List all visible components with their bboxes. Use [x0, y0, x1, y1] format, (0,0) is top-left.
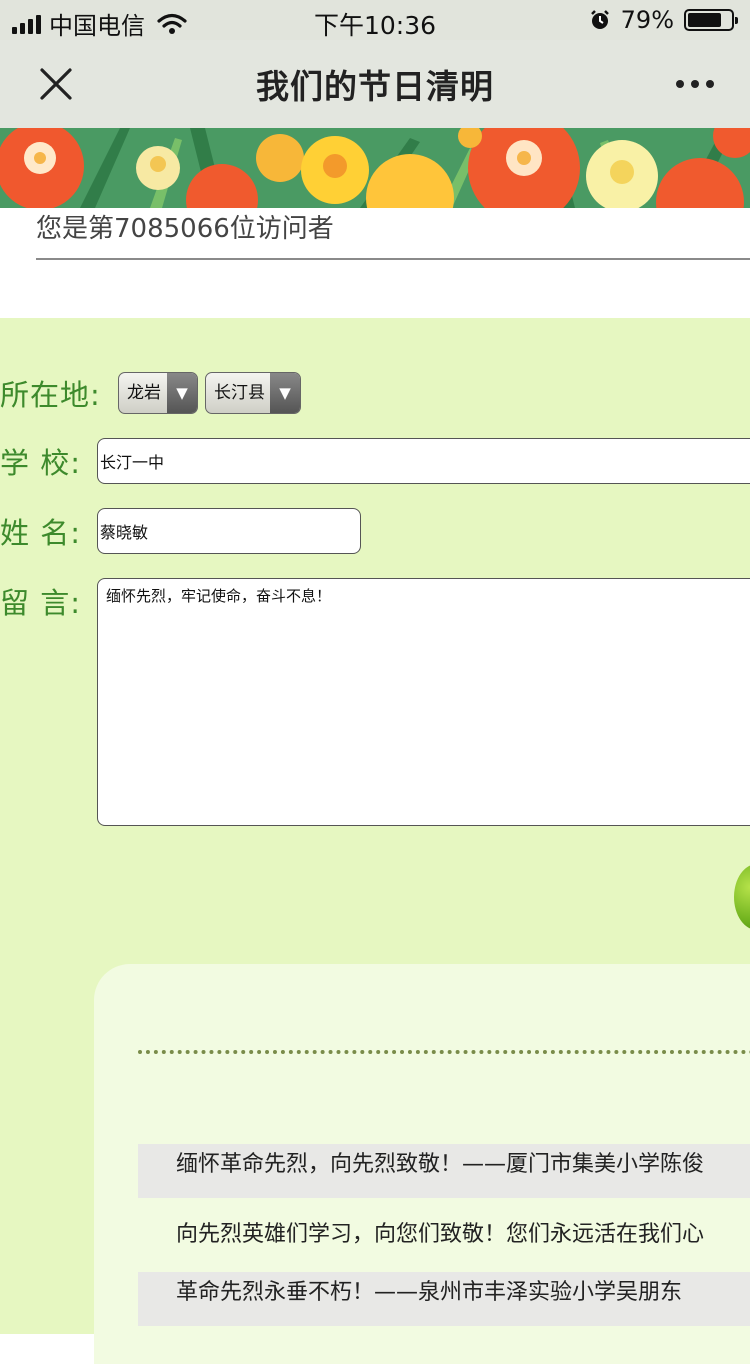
nav-bar: 我们的节日清明 [0, 40, 750, 128]
name-input[interactable] [97, 508, 361, 554]
flower-banner [0, 128, 750, 208]
county-select-value: 长汀县 [214, 383, 265, 403]
battery-percent: 79% [620, 6, 674, 34]
county-select[interactable]: 长汀县 ▼ [205, 372, 301, 414]
name-label: 姓 名: [0, 516, 81, 550]
list-item: 向先烈英雄们学习，向您们致敬！您们永远活在我们心 [138, 1214, 750, 1268]
message-textarea[interactable]: 缅怀先烈，牢记使命，奋斗不息！ [97, 578, 750, 826]
alarm-icon [590, 10, 609, 29]
school-input[interactable] [97, 438, 750, 484]
message-text: 革命先烈永垂不朽！——泉州市丰泽实验小学吴朋东 [176, 1280, 683, 1305]
city-select-value: 龙岩 [127, 383, 161, 403]
location-label: 所在地: [0, 378, 101, 412]
visitor-counter: 您是第7085066位访问者 [36, 208, 750, 260]
message-label: 留 言: [0, 586, 81, 620]
visitor-text: 您是第7085066位访问者 [36, 214, 334, 244]
battery-fill [688, 13, 721, 27]
close-icon[interactable] [38, 66, 74, 102]
chevron-down-icon: ▼ [270, 373, 300, 413]
status-right: 79% [589, 6, 738, 34]
messages-panel: 缅怀革命先烈，向先烈致敬！——厦门市集美小学陈俊 向先烈英雄们学习，向您们致敬！… [94, 964, 750, 1364]
page-title: 我们的节日清明 [256, 67, 494, 106]
school-label: 学 校: [0, 446, 81, 480]
dotted-divider [138, 1050, 750, 1054]
message-text: 向先烈英雄们学习，向您们致敬！您们永远活在我们心 [176, 1222, 705, 1247]
more-icon[interactable] [676, 80, 714, 88]
list-item: 缅怀革命先烈，向先烈致敬！——厦门市集美小学陈俊 [138, 1144, 750, 1198]
battery-icon [684, 9, 738, 31]
list-item: 革命先烈永垂不朽！——泉州市丰泽实验小学吴朋东 [138, 1272, 750, 1326]
message-text: 缅怀革命先烈，向先烈致敬！——厦门市集美小学陈俊 [176, 1152, 705, 1177]
chevron-down-icon: ▼ [167, 373, 197, 413]
city-select[interactable]: 龙岩 ▼ [118, 372, 198, 414]
status-bar: 中国电信 下午10:36 79% [0, 0, 750, 40]
